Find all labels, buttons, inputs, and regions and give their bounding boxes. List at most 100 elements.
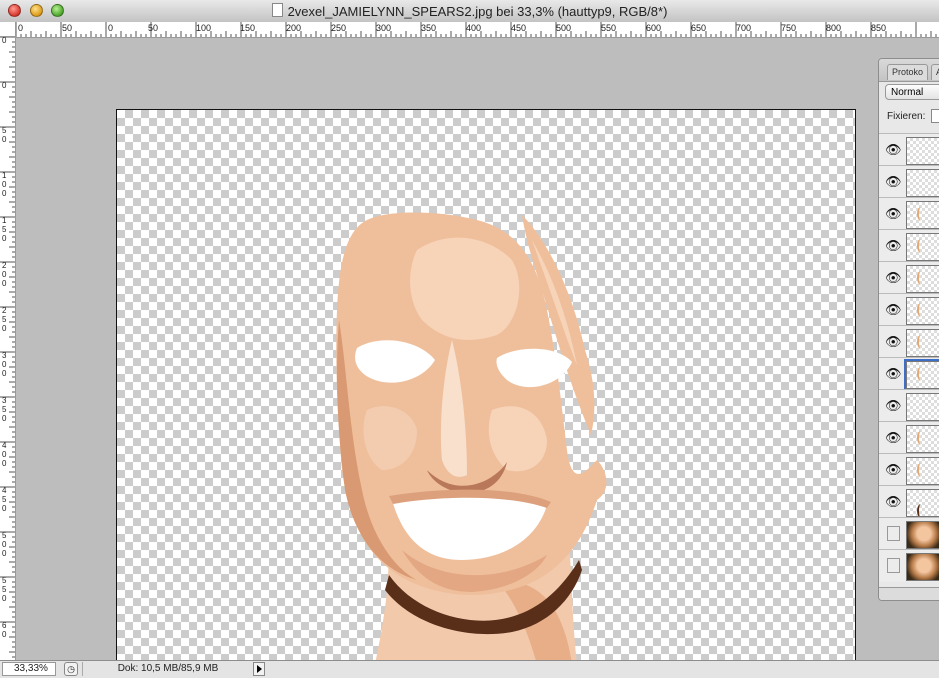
- blend-mode-select[interactable]: Normal: [885, 84, 939, 100]
- ruler-tick-label: 0: [2, 540, 7, 549]
- ruler-tick-label: 100: [196, 23, 211, 33]
- layer-row[interactable]: [879, 549, 939, 582]
- ruler-tick-label: 5: [2, 405, 7, 414]
- layer-thumbnail[interactable]: [906, 425, 939, 453]
- eye-icon[interactable]: 👁: [885, 238, 902, 253]
- layer-thumbnail[interactable]: [906, 137, 939, 165]
- ruler-tick-label: 0: [2, 630, 7, 639]
- layer-row[interactable]: [879, 517, 939, 550]
- ruler-tick-label: 600: [646, 23, 661, 33]
- ruler-tick-label: 0: [2, 279, 7, 288]
- thumbnail-stroke: [917, 431, 925, 445]
- layer-thumbnail[interactable]: [906, 553, 939, 581]
- ruler-horizontal[interactable]: 0 50 0 50 100 150 200 250 300 350 400 450 500 550 600 6…: [16, 22, 939, 38]
- layer-row[interactable]: 👁: [879, 261, 939, 294]
- layer-thumbnail[interactable]: [906, 489, 939, 517]
- lock-transparency-checkbox[interactable]: [931, 109, 939, 123]
- ruler-tick-label: 0: [2, 180, 7, 189]
- layer-thumbnail[interactable]: [906, 457, 939, 485]
- ruler-tick-label: 0: [2, 37, 7, 45]
- ruler-tick-label: 50: [148, 23, 158, 33]
- canvas-workspace[interactable]: [16, 38, 878, 660]
- eye-icon[interactable]: 👁: [885, 366, 902, 381]
- document-canvas[interactable]: [116, 109, 856, 660]
- layer-row[interactable]: 👁: [879, 485, 939, 518]
- layer-thumbnail[interactable]: [906, 201, 939, 229]
- layer-row[interactable]: 👁: [879, 453, 939, 486]
- layer-row[interactable]: 👁: [879, 133, 939, 166]
- layer-thumbnail[interactable]: [906, 265, 939, 293]
- layer-thumbnail[interactable]: [906, 297, 939, 325]
- ruler-vertical[interactable]: 005010015020025030035040045050055060: [0, 37, 16, 660]
- eye-icon[interactable]: 👁: [885, 174, 902, 189]
- visibility-off-box[interactable]: [887, 526, 900, 541]
- ruler-origin-corner[interactable]: [0, 22, 16, 37]
- ruler-tick-label: 0: [2, 459, 7, 468]
- ruler-tick-label: 800: [826, 23, 841, 33]
- visibility-off-box[interactable]: [887, 558, 900, 573]
- eye-icon[interactable]: 👁: [885, 142, 902, 157]
- ruler-tick-label: 5: [2, 576, 7, 585]
- window-titlebar[interactable]: 2vexel_JAMIELYNN_SPEARS2.jpg bei 33,3% (…: [0, 0, 939, 23]
- ruler-tick-label: 350: [421, 23, 436, 33]
- layer-thumbnail[interactable]: [906, 521, 939, 549]
- layer-row[interactable]: 👁: [879, 421, 939, 454]
- layer-thumbnail[interactable]: [906, 233, 939, 261]
- ruler-tick-label: 6: [2, 621, 7, 630]
- layer-row[interactable]: 👁: [879, 293, 939, 326]
- layer-thumbnail[interactable]: [906, 329, 939, 357]
- ruler-tick-label: 0: [2, 360, 7, 369]
- ruler-tick-label: 50: [62, 23, 72, 33]
- ruler-tick-label: 750: [781, 23, 796, 33]
- eye-icon[interactable]: 👁: [885, 302, 902, 317]
- eye-icon[interactable]: 👁: [885, 206, 902, 221]
- ruler-tick-label: 3: [2, 351, 7, 360]
- ruler-tick-label: 1: [2, 171, 7, 180]
- status-info-icon[interactable]: ◷: [64, 662, 78, 676]
- eye-icon[interactable]: 👁: [885, 334, 902, 349]
- thumbnail-stroke: [917, 504, 925, 516]
- ruler-tick-label: 0: [2, 324, 7, 333]
- layer-row[interactable]: 👁: [879, 229, 939, 262]
- ruler-tick-label: 5: [2, 225, 7, 234]
- thumbnail-stroke: [917, 271, 925, 285]
- window-title-wrap: 2vexel_JAMIELYNN_SPEARS2.jpg bei 33,3% (…: [0, 3, 939, 19]
- panel-tab-bar: Protoko Ak: [879, 59, 939, 82]
- thumbnail-stroke: [917, 335, 925, 349]
- ruler-tick-label: 450: [511, 23, 526, 33]
- ruler-tick-label: 250: [331, 23, 346, 33]
- eye-icon[interactable]: 👁: [885, 494, 902, 509]
- ruler-tick-label: 0: [2, 189, 7, 198]
- status-menu-arrow-icon[interactable]: [253, 662, 265, 676]
- thumbnail-stroke: [917, 367, 925, 381]
- eye-icon[interactable]: 👁: [885, 398, 902, 413]
- ruler-tick-label: 0: [2, 81, 7, 90]
- eye-icon[interactable]: 👁: [885, 462, 902, 477]
- ruler-tick-label: 0: [2, 549, 7, 558]
- ruler-tick-label: 150: [240, 23, 255, 33]
- layer-thumbnail[interactable]: [906, 169, 939, 197]
- ruler-tick-label: 0: [2, 234, 7, 243]
- window-title: 2vexel_JAMIELYNN_SPEARS2.jpg bei 33,3% (…: [287, 4, 668, 19]
- layer-row[interactable]: 👁: [879, 165, 939, 198]
- ruler-tick-label: 0: [2, 450, 7, 459]
- layer-row[interactable]: 👁: [879, 357, 939, 391]
- layer-row[interactable]: 👁: [879, 325, 939, 358]
- eye-icon[interactable]: 👁: [885, 430, 902, 445]
- ruler-tick-label: 850: [871, 23, 886, 33]
- tab-protokoll[interactable]: Protoko: [887, 64, 929, 80]
- layer-row[interactable]: 👁: [879, 197, 939, 230]
- ruler-tick-label: 2: [2, 261, 7, 270]
- layer-thumbnail[interactable]: [904, 359, 939, 391]
- layer-thumbnail[interactable]: [906, 393, 939, 421]
- eye-icon[interactable]: 👁: [885, 270, 902, 285]
- tab-aktionen[interactable]: Ak: [931, 64, 939, 80]
- ruler-tick-label: 0: [2, 504, 7, 513]
- zoom-level-field[interactable]: 33,33%: [2, 662, 56, 676]
- ruler-tick-label: 5: [2, 495, 7, 504]
- ruler-horizontal-scale: 0 50 0 50 100 150 200 250 300 350 400 450 500 550 600 6…: [16, 22, 937, 37]
- layer-row[interactable]: 👁: [879, 389, 939, 422]
- ruler-tick-label: 0: [2, 270, 7, 279]
- ruler-tick-label: 500: [556, 23, 571, 33]
- document-size-info: Dok: 10,5 MB/85,9 MB: [82, 662, 253, 676]
